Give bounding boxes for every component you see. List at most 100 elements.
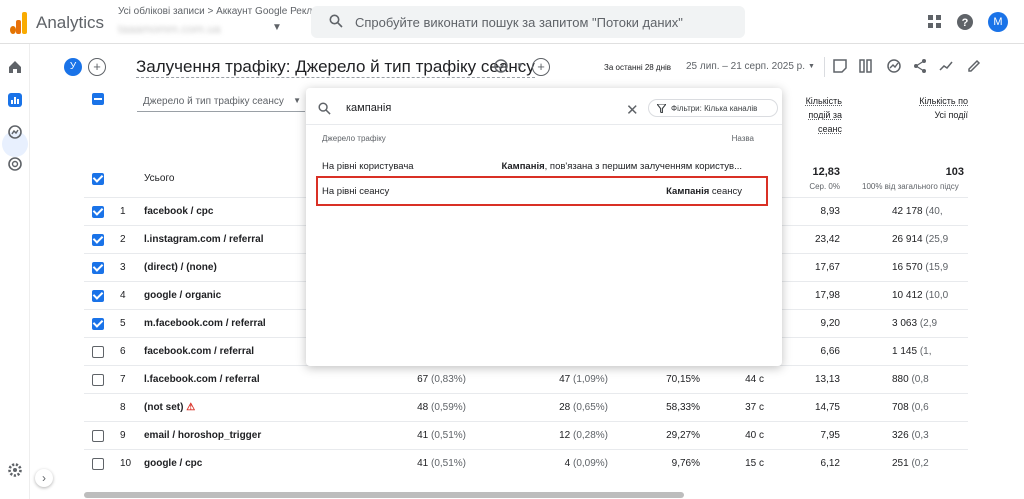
- total-event-count: 103: [945, 166, 964, 178]
- row-dimension[interactable]: l.facebook.com / referral: [144, 374, 260, 385]
- comparison-chip[interactable]: У: [64, 58, 82, 76]
- select-all-checkbox[interactable]: [92, 93, 104, 105]
- home-icon[interactable]: [7, 59, 23, 75]
- row-number: 2: [120, 234, 126, 245]
- page-title[interactable]: Залучення трафіку: Джерело й тип трафіку…: [136, 57, 535, 78]
- row-checkbox[interactable]: [92, 290, 104, 302]
- totals-checkbox[interactable]: [92, 173, 104, 185]
- warning-icon[interactable]: ⚠: [186, 402, 195, 413]
- row-metric: 15 с: [745, 458, 764, 469]
- metric-value: 17,67: [814, 262, 840, 273]
- header-divider: [824, 57, 825, 77]
- row-metric: 708 (0,6: [892, 402, 929, 413]
- metric-value: 41: [417, 458, 429, 469]
- date-preset-label[interactable]: За останні 28 днів: [604, 63, 671, 72]
- row-metric: 4 (0,09%): [565, 458, 608, 469]
- row-checkbox[interactable]: [92, 234, 104, 246]
- metric-value: 4: [564, 458, 571, 469]
- row-checkbox[interactable]: [92, 458, 104, 470]
- row-checkbox[interactable]: [92, 430, 104, 442]
- analytics-logo-icon[interactable]: [10, 12, 27, 34]
- check-circle-icon[interactable]: [493, 58, 509, 74]
- row-dimension[interactable]: google / cpc: [144, 458, 202, 469]
- row-metric: 70,15%: [666, 374, 700, 385]
- row-number: 1: [120, 206, 126, 217]
- dropdown-option-user-level[interactable]: На рівні користувача Кампанія, пов'язана…: [306, 154, 782, 178]
- date-range[interactable]: 25 лип. – 21 серп. 2025 р.: [686, 61, 805, 72]
- row-number: 4: [120, 290, 126, 301]
- metric-value: 13,13: [814, 374, 840, 385]
- chevron-down-icon[interactable]: ▼: [272, 22, 282, 33]
- metric-value: 15 с: [745, 458, 764, 469]
- dropdown-col-source: Джерело трафіку: [322, 134, 386, 143]
- notes-icon[interactable]: [832, 58, 848, 74]
- horizontal-scrollbar[interactable]: [84, 492, 684, 498]
- col-header-line: Усі події: [934, 110, 968, 120]
- table-row[interactable]: 7 l.facebook.com / referral 67 (0,83%) 47 (…: [84, 365, 968, 393]
- account-breadcrumb[interactable]: Усі облікові записи > Аккаунт Google Рек…: [118, 6, 326, 17]
- dimension-select[interactable]: Джерело й тип трафіку сеансу ▼: [137, 94, 305, 112]
- explore-icon[interactable]: [7, 124, 23, 140]
- metric-value: 1 145: [892, 346, 918, 357]
- advertising-icon[interactable]: [7, 156, 23, 172]
- metric-value: 6,12: [820, 458, 840, 469]
- account-name[interactable]: taaamomm.com.ua: [118, 22, 221, 36]
- compare-columns-icon[interactable]: [858, 58, 874, 74]
- search-input[interactable]: Спробуйте виконати пошук за запитом "Пот…: [311, 6, 745, 38]
- row-dimension[interactable]: m.facebook.com / referral: [144, 318, 266, 329]
- metric-percent: (10,0: [925, 290, 949, 301]
- row-checkbox[interactable]: [92, 374, 104, 386]
- add-report-button[interactable]: +: [532, 58, 550, 76]
- settings-gear-icon[interactable]: [7, 462, 23, 478]
- row-dimension[interactable]: email / horoshop_trigger: [144, 430, 261, 441]
- add-comparison-button[interactable]: +: [88, 58, 106, 76]
- avatar[interactable]: M: [988, 12, 1008, 32]
- reports-icon[interactable]: [7, 92, 23, 108]
- row-dimension[interactable]: facebook / cpc: [144, 206, 213, 217]
- row-metric: 326 (0,3: [892, 430, 929, 441]
- metric-percent: (0,28%): [572, 430, 608, 441]
- report-header: У + Залучення трафіку: Джерело й тип тра…: [56, 50, 996, 84]
- table-row[interactable]: 8 (not set) ⚠ 48 (0,59%) 28 (0,65%) 58,33% 37…: [84, 393, 968, 421]
- metric-value: 48: [417, 402, 429, 413]
- dropdown-search-input[interactable]: кампанія: [346, 102, 391, 114]
- metric-value: 47: [559, 374, 571, 385]
- row-metric: 58,33%: [666, 402, 700, 413]
- row-metric: 40 с: [745, 430, 764, 441]
- edit-pencil-icon[interactable]: [966, 58, 982, 74]
- help-icon[interactable]: ?: [955, 12, 975, 32]
- row-number: 8: [120, 402, 126, 413]
- table-row[interactable]: 10 google / cpc 41 (0,51%) 4 (0,09%) 9,76% 15…: [84, 449, 968, 477]
- row-checkbox[interactable]: [92, 206, 104, 218]
- metric-percent: (0,59%): [430, 402, 466, 413]
- row-dimension[interactable]: (not set) ⚠: [144, 402, 195, 413]
- filter-icon: [657, 104, 666, 113]
- expand-nav-button[interactable]: ›: [35, 469, 53, 487]
- column-header-event-count[interactable]: Кількість по Усі події: [874, 94, 968, 122]
- metric-value: 7,95: [820, 430, 840, 441]
- row-checkbox[interactable]: [92, 318, 104, 330]
- share-icon[interactable]: [912, 58, 928, 74]
- row-dimension[interactable]: facebook.com / referral: [144, 346, 254, 357]
- row-metric: 251 (0,2: [892, 458, 929, 469]
- row-checkbox[interactable]: [92, 262, 104, 274]
- row-checkbox[interactable]: [92, 346, 104, 358]
- close-icon[interactable]: ✕: [626, 101, 639, 119]
- table-row[interactable]: 9 email / horoshop_trigger 41 (0,51%) 12 (0…: [84, 421, 968, 449]
- row-dimension-label: facebook / cpc: [144, 206, 214, 217]
- row-dimension-label: email / horoshop_trigger: [144, 430, 262, 441]
- row-metric: 41 (0,51%): [417, 430, 466, 441]
- option-source: На рівні користувача: [322, 161, 414, 172]
- row-dimension[interactable]: l.instagram.com / referral: [144, 234, 264, 245]
- chevron-down-icon[interactable]: ▼: [516, 61, 524, 70]
- chevron-down-icon[interactable]: ▼: [808, 63, 815, 70]
- filter-chip[interactable]: Фільтри: Кілька каналів: [648, 99, 778, 117]
- row-dimension[interactable]: (direct) / (none): [144, 262, 217, 273]
- row-dimension[interactable]: google / organic: [144, 290, 221, 301]
- metric-value: 708: [892, 402, 909, 413]
- sparkle-trend-icon[interactable]: [938, 58, 954, 74]
- insights-icon[interactable]: [886, 58, 902, 74]
- row-number: 7: [120, 374, 126, 385]
- apps-grid-icon[interactable]: [925, 12, 945, 32]
- metric-value: 14,75: [814, 402, 840, 413]
